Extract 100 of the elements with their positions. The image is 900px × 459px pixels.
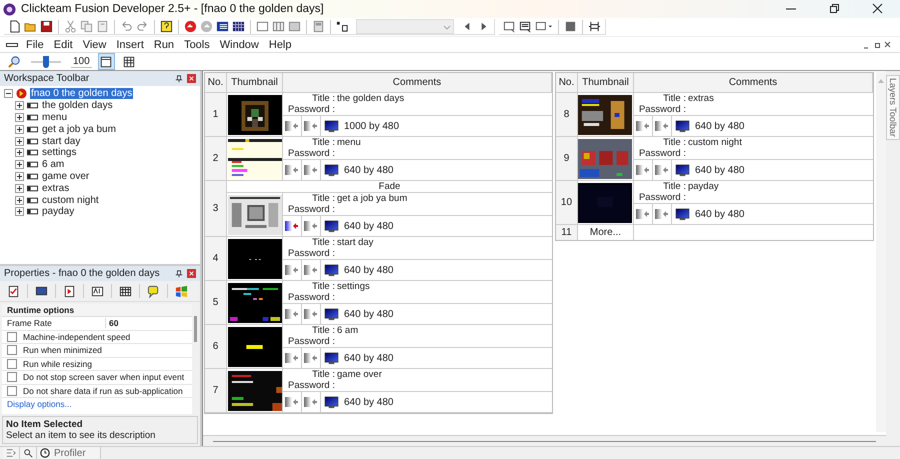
text-box-icon[interactable]	[91, 284, 104, 298]
windows-flag-icon[interactable]	[175, 284, 188, 298]
monitor-icon[interactable]	[674, 208, 690, 220]
page-icon[interactable]	[312, 20, 325, 33]
checkbox[interactable]	[7, 386, 17, 396]
list-icon[interactable]	[216, 20, 229, 33]
transition-icon[interactable]	[304, 164, 318, 176]
transition-icon[interactable]	[285, 220, 299, 232]
close-icon[interactable]	[187, 269, 196, 278]
transition-icon[interactable]	[304, 396, 318, 408]
tree-item[interactable]: fnao 0 the golden days	[30, 88, 134, 100]
undo-icon[interactable]	[120, 20, 133, 33]
more-link[interactable]: More...	[578, 225, 634, 240]
transition-icon[interactable]	[654, 120, 669, 132]
transition-icon[interactable]	[304, 220, 318, 232]
dropdown-field[interactable]	[356, 19, 454, 34]
document-play-icon[interactable]	[63, 284, 76, 298]
tree-item[interactable]: settings	[41, 147, 78, 158]
bar-option[interactable]: Help	[268, 38, 292, 50]
bar-option[interactable]: Insert	[116, 38, 144, 50]
layers-toolbar-tab[interactable]: Layers Toolbar	[886, 75, 900, 140]
transition-icon[interactable]	[285, 396, 299, 408]
transition-icon[interactable]	[304, 120, 318, 132]
monitor-icon[interactable]	[674, 164, 690, 176]
checkbox[interactable]	[7, 345, 17, 356]
ladder-icon[interactable]	[588, 20, 601, 33]
expand-icon[interactable]	[15, 184, 24, 193]
speech-bubble-icon[interactable]	[147, 284, 160, 298]
expand-icon[interactable]	[15, 112, 24, 122]
monitor-icon[interactable]	[674, 120, 690, 132]
transition-icon[interactable]	[304, 352, 318, 364]
transition-icon[interactable]	[304, 308, 318, 320]
close-icon[interactable]	[187, 74, 196, 83]
expand-icon[interactable]	[15, 148, 24, 158]
expand-icon[interactable]	[15, 136, 24, 146]
cut-icon[interactable]	[64, 20, 77, 33]
pin-icon[interactable]	[175, 74, 183, 82]
filter-icon[interactable]	[6, 448, 16, 458]
square-icon[interactable]	[564, 20, 577, 33]
window-controls-icon[interactable]	[862, 40, 892, 50]
tree-item[interactable]: start day	[41, 136, 82, 147]
monitor-icon[interactable]	[324, 352, 339, 364]
expand-icon[interactable]	[15, 196, 24, 205]
monitor-icon[interactable]	[324, 308, 339, 320]
document-icon[interactable]	[6, 40, 18, 48]
grid-icon[interactable]	[119, 284, 132, 298]
transition-icon[interactable]	[636, 120, 650, 132]
new-file-icon[interactable]	[8, 20, 21, 33]
bar-option[interactable]: Window	[220, 38, 259, 50]
search-icon[interactable]	[23, 448, 33, 458]
transition-icon[interactable]	[636, 164, 650, 176]
shapes-icon[interactable]	[336, 20, 349, 33]
collapse-icon[interactable]	[4, 89, 13, 98]
tree-item[interactable]: custom night	[41, 194, 100, 206]
note-icon[interactable]	[503, 20, 516, 33]
expand-icon[interactable]	[15, 101, 24, 110]
bar-option[interactable]: View	[82, 38, 106, 50]
tree-item[interactable]: the golden days	[41, 100, 114, 112]
columns-icon[interactable]	[272, 20, 285, 33]
help-icon[interactable]	[160, 20, 173, 33]
expand-icon[interactable]	[15, 160, 24, 170]
window-icon[interactable]	[256, 20, 269, 33]
transition-icon[interactable]	[285, 308, 299, 320]
transition-icon[interactable]	[285, 164, 299, 176]
paste-icon[interactable]	[96, 20, 109, 33]
zoom-field[interactable]: 100	[71, 56, 92, 68]
transition-icon[interactable]	[285, 352, 299, 364]
checkbox[interactable]	[7, 332, 17, 342]
transition-icon[interactable]	[636, 208, 650, 220]
transition-icon[interactable]	[285, 264, 299, 276]
checkbox[interactable]	[7, 372, 17, 382]
zoom-icon[interactable]	[8, 55, 21, 68]
expand-icon[interactable]	[15, 172, 24, 181]
bar-option[interactable]: Run	[154, 38, 174, 50]
save-icon[interactable]	[40, 20, 53, 33]
zoom-slider[interactable]	[31, 56, 61, 68]
tree-item[interactable]: game over	[41, 170, 90, 182]
monitor-icon[interactable]	[324, 264, 339, 276]
tree-item[interactable]: extras	[41, 182, 70, 194]
transition-icon[interactable]	[285, 120, 299, 132]
monitor-icon[interactable]	[35, 284, 48, 298]
pin-icon[interactable]	[175, 270, 183, 278]
transition-icon[interactable]	[654, 164, 669, 176]
transition-icon[interactable]	[304, 264, 318, 276]
monitor-icon[interactable]	[324, 220, 339, 232]
grid-icon[interactable]	[232, 20, 245, 33]
bar-option[interactable]: Edit	[54, 38, 73, 50]
bar-option[interactable]: File	[26, 38, 44, 50]
monitor-icon[interactable]	[324, 396, 339, 408]
copy-icon[interactable]	[80, 20, 93, 33]
notes-icon[interactable]	[519, 20, 532, 33]
tree-item[interactable]: payday	[41, 206, 76, 218]
expand-icon[interactable]	[15, 207, 24, 216]
redo-icon[interactable]	[136, 20, 149, 33]
document-check-icon[interactable]	[7, 284, 20, 298]
expand-icon[interactable]	[15, 124, 24, 134]
panel-icon[interactable]	[288, 20, 301, 33]
profiler-tab[interactable]: Profiler	[37, 447, 101, 459]
view-button[interactable]	[98, 53, 115, 70]
window-dropdown-icon[interactable]	[535, 20, 553, 33]
